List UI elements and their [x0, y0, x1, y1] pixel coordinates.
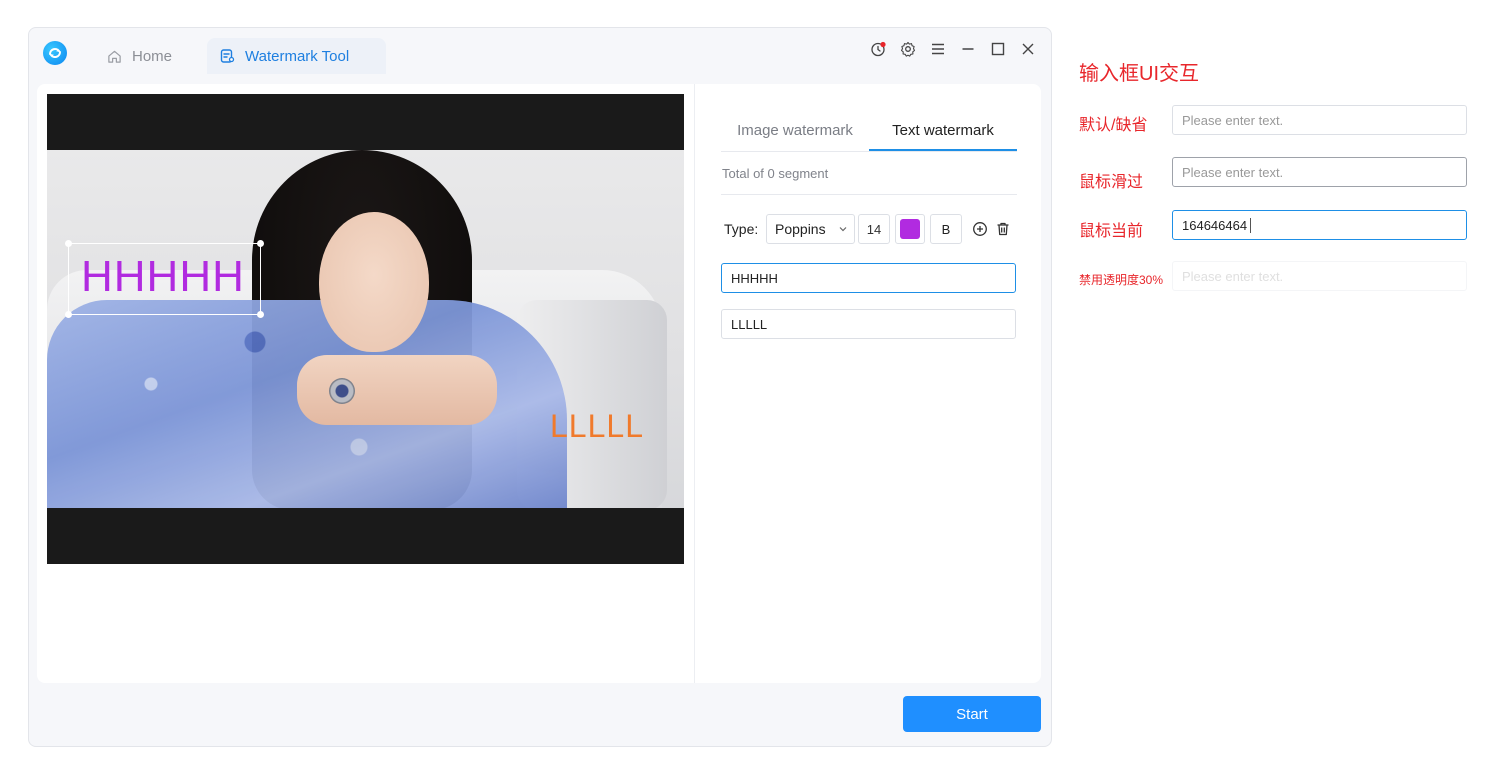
- type-label: Type:: [724, 221, 759, 237]
- history-icon[interactable]: [869, 40, 887, 58]
- trash-icon[interactable]: [994, 220, 1012, 238]
- app-window: Home Watermark Tool HHHHH LLLLL Image wa…: [28, 27, 1052, 747]
- spec-label-default: 默认/缺省: [1079, 117, 1148, 134]
- segment-count: Total of 0 segment: [722, 166, 829, 181]
- tab-text-watermark[interactable]: Text watermark: [869, 122, 1017, 151]
- image-preview: HHHHH LLLLL: [47, 94, 684, 564]
- window-controls: [869, 40, 1037, 58]
- add-circle-icon[interactable]: [971, 220, 989, 238]
- font-size-input[interactable]: 14: [858, 214, 890, 244]
- resize-handle[interactable]: [257, 240, 264, 247]
- chevron-down-icon: [839, 227, 847, 232]
- app-logo-icon: [43, 41, 67, 65]
- watermark-text-1: HHHHH: [81, 252, 245, 301]
- tab-watermark-tool-label: Watermark Tool: [245, 47, 350, 65]
- watermark-text-input-1[interactable]: HHHHH: [721, 263, 1016, 293]
- maximize-icon[interactable]: [989, 40, 1007, 58]
- home-icon: [108, 50, 121, 63]
- resize-handle[interactable]: [65, 240, 72, 247]
- tab-home[interactable]: Home: [95, 38, 184, 74]
- start-button[interactable]: Start: [903, 696, 1041, 732]
- watermark-type-tabs: Image watermark Text watermark: [721, 122, 1017, 152]
- text-style-toolbar: Type: Poppins 14 B: [721, 214, 1017, 244]
- spec-label-disabled: 禁用透明度30%: [1079, 273, 1164, 287]
- tab-watermark-tool[interactable]: Watermark Tool: [207, 38, 386, 74]
- watermark-text-input-2[interactable]: LLLLL: [721, 309, 1016, 339]
- watermark-tool-icon: [220, 49, 235, 63]
- spec-input-focus[interactable]: 164646464: [1172, 210, 1467, 240]
- text-caret: [1250, 217, 1252, 233]
- color-picker[interactable]: [895, 214, 925, 244]
- spec-input-default[interactable]: Please enter text.: [1172, 105, 1467, 135]
- menu-icon[interactable]: [929, 40, 947, 58]
- color-swatch: [900, 219, 920, 239]
- tab-image-watermark[interactable]: Image watermark: [721, 122, 869, 151]
- tab-home-label: Home: [132, 47, 173, 65]
- close-icon[interactable]: [1019, 40, 1037, 58]
- font-select-value: Poppins: [775, 221, 826, 237]
- panel-divider: [694, 84, 695, 683]
- spec-title: 输入框UI交互: [1079, 63, 1199, 85]
- watermark-text-selected[interactable]: HHHHH: [65, 240, 264, 318]
- bold-toggle[interactable]: B: [930, 214, 962, 244]
- font-select[interactable]: Poppins: [766, 214, 855, 244]
- resize-handle[interactable]: [257, 311, 264, 318]
- spec-input-hover[interactable]: Please enter text.: [1172, 157, 1467, 187]
- main-content: HHHHH LLLLL Image watermark Text waterma…: [37, 84, 1041, 683]
- watermark-text-2[interactable]: LLLLL: [550, 408, 644, 445]
- spec-label-hover: 鼠标滑过: [1079, 174, 1144, 191]
- spec-label-focus: 鼠标当前: [1079, 223, 1144, 240]
- minimize-icon[interactable]: [959, 40, 977, 58]
- divider: [721, 194, 1017, 195]
- preview-photo: HHHHH LLLLL: [47, 150, 684, 508]
- spec-input-focus-value: 164646464: [1182, 217, 1248, 233]
- spec-input-disabled: Please enter text.: [1172, 261, 1467, 291]
- title-bar: Home Watermark Tool: [29, 28, 1051, 74]
- settings-gear-icon[interactable]: [899, 40, 917, 58]
- resize-handle[interactable]: [65, 311, 72, 318]
